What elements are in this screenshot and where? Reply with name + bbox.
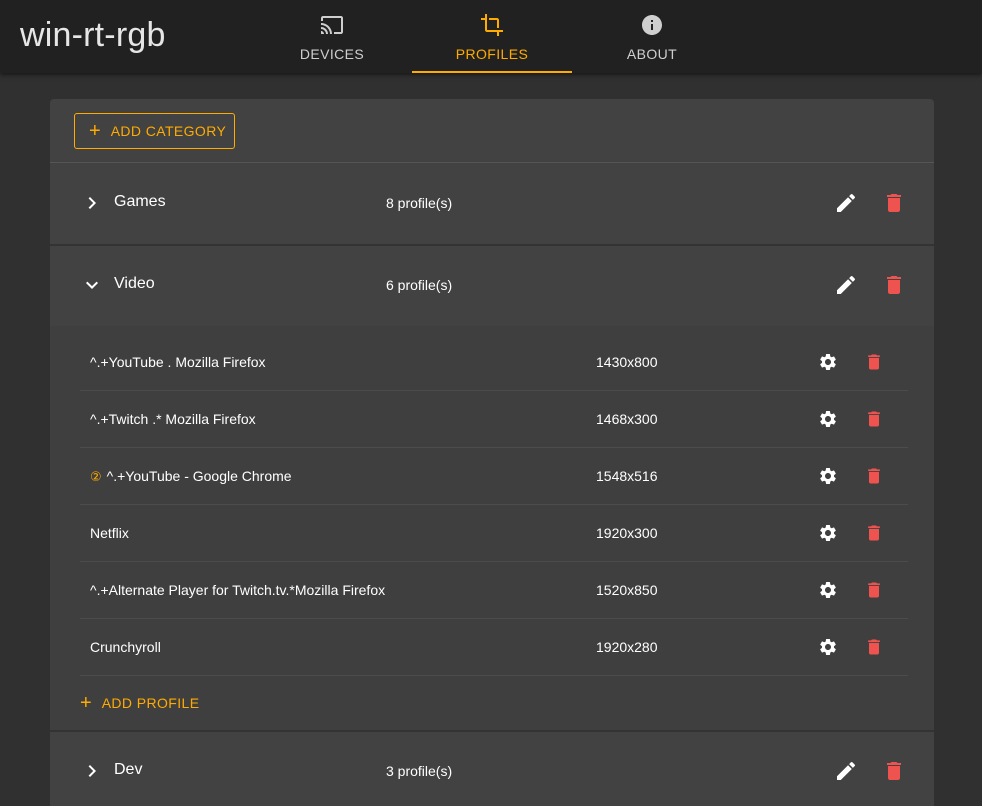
category-count: 6 profile(s): [386, 277, 453, 293]
tab-about-label: ABOUT: [626, 46, 678, 62]
edit-icon[interactable]: [834, 191, 858, 215]
gear-icon[interactable]: [818, 409, 838, 429]
delete-icon[interactable]: [864, 580, 884, 600]
tab-profiles-label: PROFILES: [455, 46, 529, 62]
crop-icon: [480, 13, 504, 37]
edit-icon[interactable]: [834, 759, 858, 783]
cast-icon: [320, 13, 344, 37]
tab-devices-label: DEVICES: [299, 46, 365, 62]
plus-icon: +: [80, 692, 92, 714]
chevron-right-icon[interactable]: [80, 191, 104, 215]
plus-icon: +: [89, 120, 101, 142]
add-profile-label: ADD PROFILE: [101, 695, 200, 711]
app-title: win-rt-rgb: [20, 16, 166, 54]
profile-resolution: 1548x516: [596, 468, 658, 484]
delete-icon[interactable]: [864, 466, 884, 486]
profiles-list: ^.+YouTube . Mozilla Firefox 1430x800 ^.…: [50, 326, 934, 730]
delete-icon[interactable]: [864, 352, 884, 372]
profile-row[interactable]: ^.+YouTube . Mozilla Firefox 1430x800: [80, 334, 908, 391]
profile-name: ^.+Twitch .* Mozilla Firefox: [90, 411, 256, 427]
profiles-card: + ADD CATEGORY Games 8 profile(s) Video …: [50, 99, 934, 806]
info-icon: [640, 13, 664, 37]
delete-icon[interactable]: [882, 759, 906, 783]
profile-name: Crunchyroll: [90, 639, 161, 655]
delete-icon[interactable]: [864, 637, 884, 657]
tab-about[interactable]: ABOUT: [572, 0, 732, 73]
profile-row[interactable]: ② ^.+YouTube - Google Chrome 1548x516: [80, 448, 908, 505]
tab-profiles[interactable]: PROFILES: [412, 0, 572, 73]
gear-icon[interactable]: [818, 580, 838, 600]
category-count: 8 profile(s): [386, 195, 453, 211]
chevron-down-icon[interactable]: [80, 273, 104, 297]
category-row-games[interactable]: Games 8 profile(s): [50, 163, 934, 244]
category-name: Games: [114, 193, 166, 210]
gear-icon[interactable]: [818, 466, 838, 486]
category-count: 3 profile(s): [386, 763, 453, 779]
delete-icon[interactable]: [882, 273, 906, 297]
gear-icon[interactable]: [818, 637, 838, 657]
delete-icon[interactable]: [864, 523, 884, 543]
chevron-right-icon[interactable]: [80, 759, 104, 783]
card-toolbar: + ADD CATEGORY: [50, 99, 934, 163]
add-profile-button[interactable]: + ADD PROFILE: [80, 689, 199, 717]
profile-row[interactable]: Crunchyroll 1920x280: [80, 619, 908, 676]
profile-resolution: 1920x300: [596, 525, 658, 541]
delete-icon[interactable]: [882, 191, 906, 215]
gear-icon[interactable]: [818, 352, 838, 372]
profile-row[interactable]: ^.+Alternate Player for Twitch.tv.*Mozil…: [80, 562, 908, 619]
profile-name: ^.+Alternate Player for Twitch.tv.*Mozil…: [90, 582, 386, 598]
edit-icon[interactable]: [834, 273, 858, 297]
category-row-dev[interactable]: Dev 3 profile(s): [50, 731, 934, 806]
delete-icon[interactable]: [864, 409, 884, 429]
category-name: Video: [114, 275, 155, 292]
profile-row[interactable]: ^.+Twitch .* Mozilla Firefox 1468x300: [80, 391, 908, 448]
category-row-video[interactable]: Video 6 profile(s): [50, 245, 934, 326]
profile-resolution: 1520x850: [596, 582, 658, 598]
profile-row[interactable]: Netflix 1920x300: [80, 505, 908, 562]
app-bar: win-rt-rgb DEVICES PROFILES ABOUT: [0, 0, 982, 73]
profile-name: ② ^.+YouTube - Google Chrome: [90, 468, 292, 484]
add-category-button[interactable]: + ADD CATEGORY: [74, 113, 235, 149]
add-category-label: ADD CATEGORY: [110, 123, 227, 139]
profile-resolution: 1920x280: [596, 639, 658, 655]
profile-badge: ②: [90, 469, 102, 484]
tab-devices[interactable]: DEVICES: [252, 0, 412, 73]
profile-resolution: 1468x300: [596, 411, 658, 427]
category-name: Dev: [114, 761, 143, 778]
profile-name: ^.+YouTube . Mozilla Firefox: [90, 354, 266, 370]
profile-resolution: 1430x800: [596, 354, 658, 370]
profile-name: Netflix: [90, 525, 129, 541]
gear-icon[interactable]: [818, 523, 838, 543]
